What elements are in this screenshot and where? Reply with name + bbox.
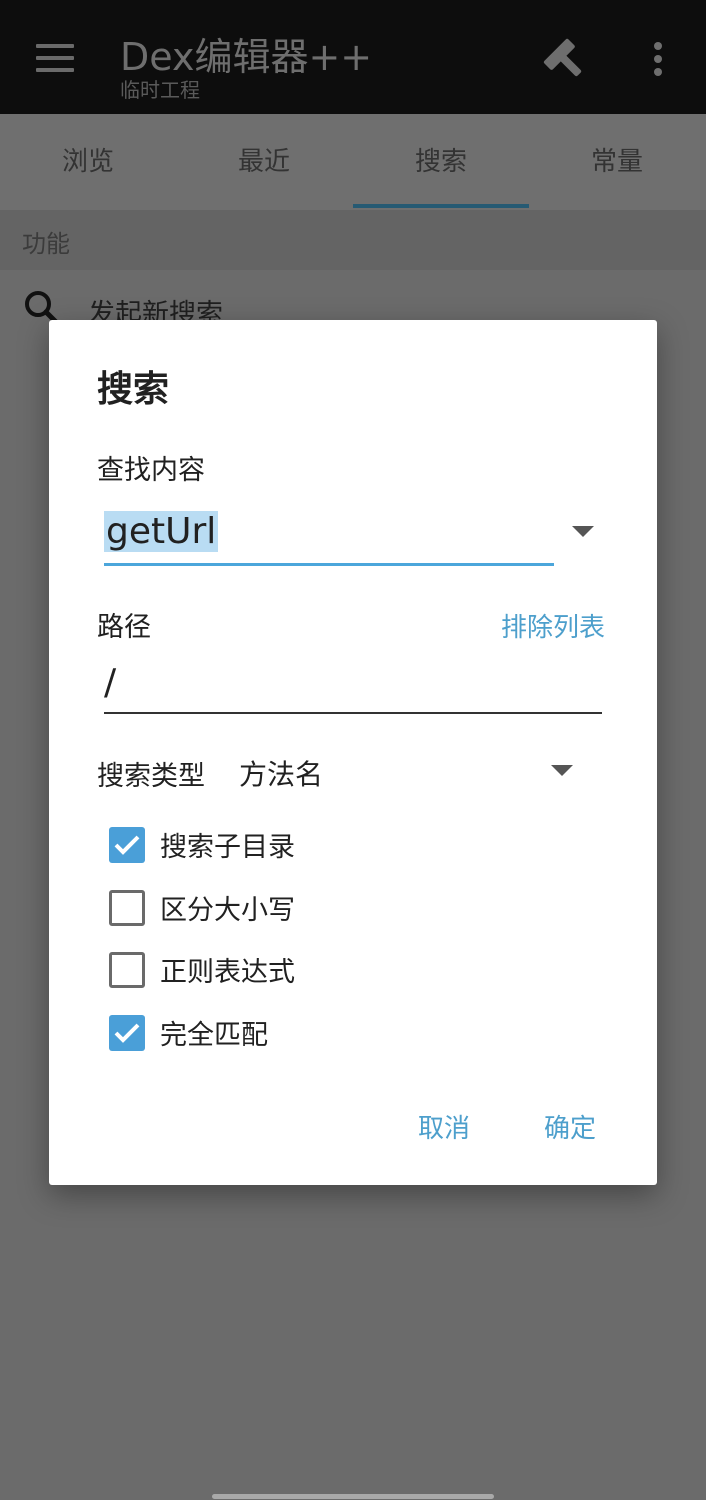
tab-browse[interactable]: 浏览 bbox=[0, 114, 176, 210]
section-header-label: 功能 bbox=[22, 230, 70, 258]
menu-icon[interactable] bbox=[36, 44, 74, 72]
search-type-dropdown-icon[interactable] bbox=[551, 765, 573, 776]
checkbox-label: 正则表达式 bbox=[160, 957, 295, 988]
tab-indicator bbox=[353, 204, 529, 208]
tab-recent[interactable]: 最近 bbox=[176, 114, 352, 210]
checkbox-checked[interactable] bbox=[109, 1015, 145, 1051]
tab-constants[interactable]: 常量 bbox=[529, 114, 705, 210]
gesture-nav-handle[interactable] bbox=[212, 1494, 494, 1499]
find-input-value: getUrl bbox=[104, 511, 219, 552]
more-vert-icon[interactable] bbox=[652, 42, 664, 78]
search-type-select[interactable]: 方法名 bbox=[239, 753, 323, 793]
path-label: 路径 bbox=[97, 612, 151, 643]
tab-search[interactable]: 搜索 bbox=[353, 114, 529, 210]
checkbox-label: 搜索子目录 bbox=[160, 832, 295, 863]
exclude-list-link[interactable]: 排除列表 bbox=[501, 607, 605, 644]
app-bar: Dex编辑器++ 临时工程 bbox=[0, 0, 706, 114]
path-input[interactable]: / bbox=[104, 660, 602, 714]
hammer-icon[interactable] bbox=[540, 38, 590, 82]
checkbox-label: 区分大小写 bbox=[160, 895, 295, 926]
search-type-label: 搜索类型 bbox=[97, 761, 205, 792]
search-dialog: 搜索 查找内容 getUrl 路径 排除列表 / 搜索类型 方法名 搜索子目录 … bbox=[49, 320, 657, 1185]
path-input-value: / bbox=[104, 662, 117, 703]
section-header: 功能 bbox=[0, 210, 706, 270]
app-title: Dex编辑器++ bbox=[120, 35, 373, 79]
checkbox-label: 完全匹配 bbox=[160, 1020, 268, 1051]
find-history-dropdown-icon[interactable] bbox=[572, 526, 594, 537]
checkbox-unchecked[interactable] bbox=[109, 890, 145, 926]
find-input[interactable]: getUrl bbox=[104, 505, 554, 566]
app-subtitle: 临时工程 bbox=[120, 78, 200, 102]
find-label: 查找内容 bbox=[97, 455, 205, 486]
check-icon bbox=[114, 835, 140, 855]
checkbox-unchecked[interactable] bbox=[109, 952, 145, 988]
dialog-title: 搜索 bbox=[97, 369, 170, 410]
cancel-button[interactable]: 取消 bbox=[418, 1108, 470, 1145]
tab-bar: 浏览 最近 搜索 常量 bbox=[0, 114, 706, 211]
checkbox-checked[interactable] bbox=[109, 827, 145, 863]
ok-button[interactable]: 确定 bbox=[544, 1108, 596, 1145]
check-icon bbox=[114, 1023, 140, 1043]
